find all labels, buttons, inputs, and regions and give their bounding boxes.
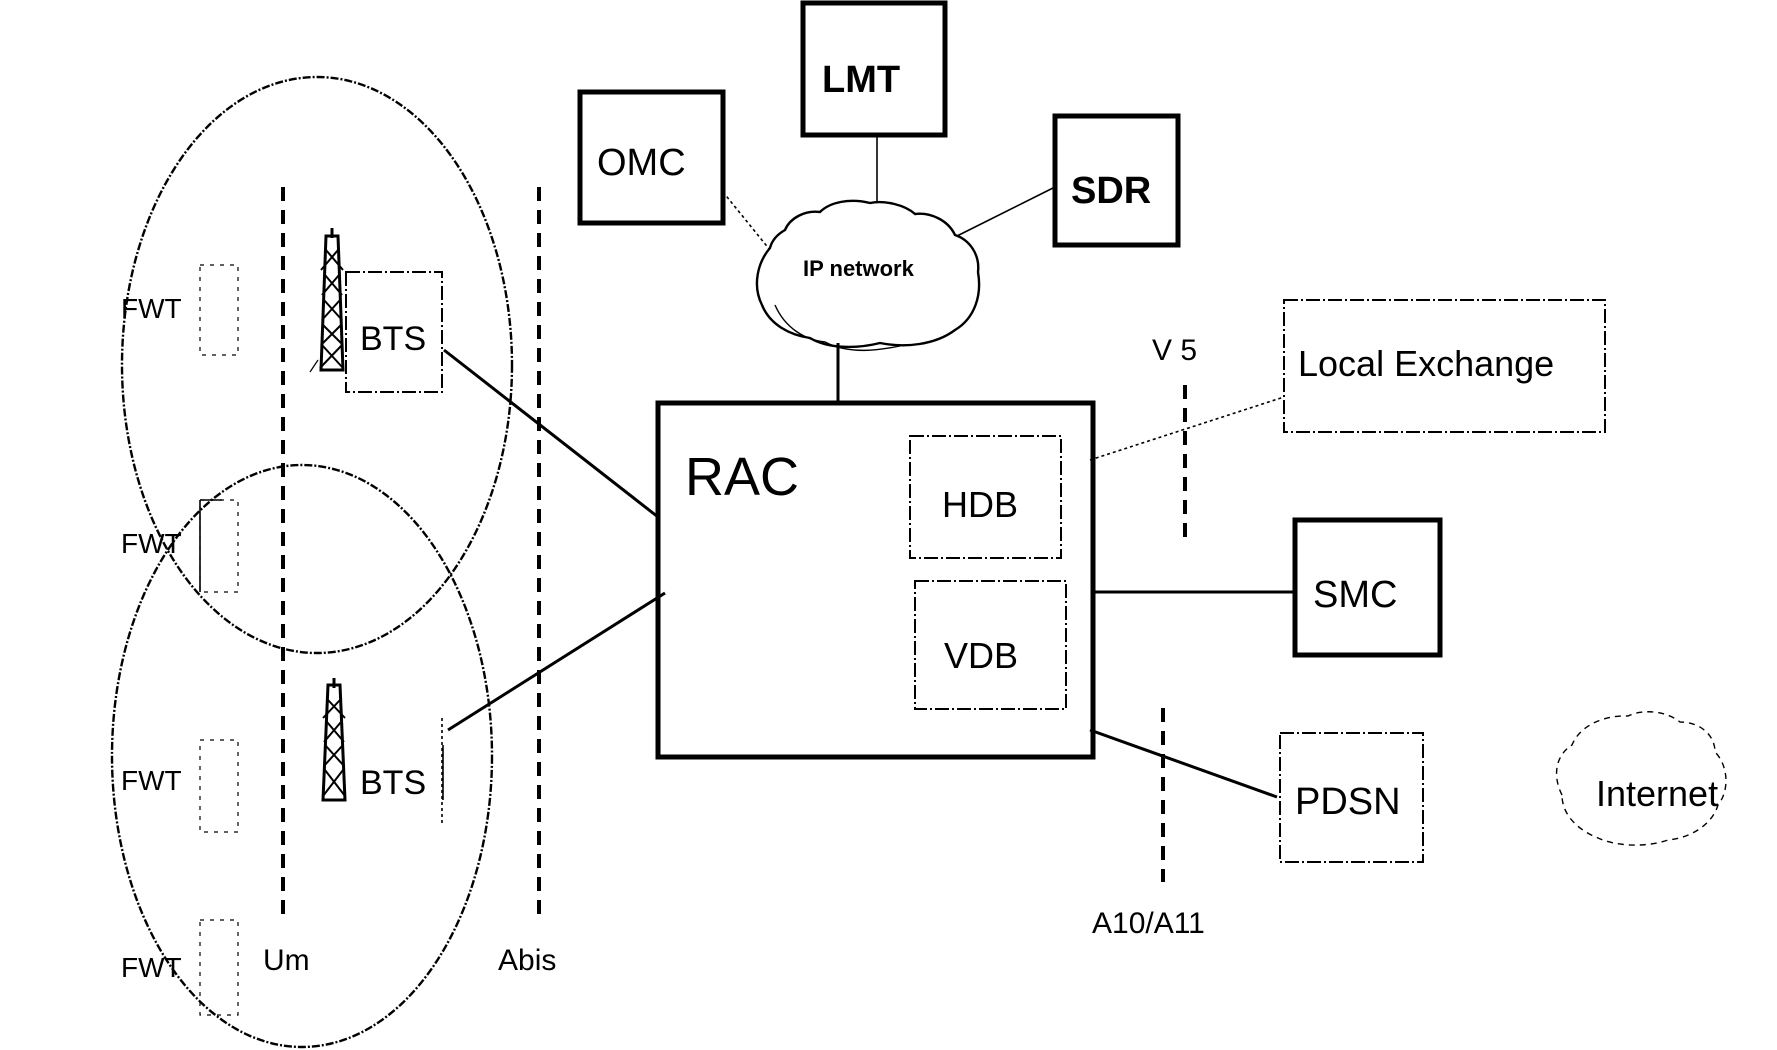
smc-label: SMC	[1313, 574, 1397, 616]
fwt-terminal-1	[199, 264, 239, 356]
fwt-label: FWT	[121, 528, 182, 559]
pdsn-label: PDSN	[1295, 781, 1401, 823]
bts-label: BTS	[360, 320, 426, 358]
internet-cloud[interactable]: Internet	[1555, 711, 1727, 846]
antenna-tower-icon	[309, 228, 345, 373]
vdb-node[interactable]: VDB	[914, 580, 1067, 710]
sdr-node[interactable]: SDR	[1052, 113, 1181, 248]
fwt-terminal-3	[199, 739, 239, 833]
fwt-terminal-2	[199, 499, 239, 593]
ip-network-cloud[interactable]: IP network	[755, 199, 981, 352]
phone-icon	[199, 264, 239, 356]
rac-pdsn-link	[1089, 728, 1278, 799]
bts-label: BTS	[360, 764, 426, 802]
lmt-label: LMT	[822, 59, 900, 101]
fwt-label: FWT	[121, 293, 182, 324]
omc-label: OMC	[597, 142, 686, 184]
local-exchange-label: Local Exchange	[1298, 343, 1554, 384]
smc-node[interactable]: SMC	[1292, 517, 1443, 658]
bts-upper[interactable]: BTS	[309, 228, 443, 393]
v5-label: V 5	[1152, 334, 1197, 367]
sdr-ip-link	[954, 186, 1056, 238]
omc-ip-link	[722, 191, 771, 251]
hdb-label: HDB	[942, 484, 1018, 525]
network-architecture-diagram: FWT FWT FWT FWT BTS BTS Um Abis V 5 A10/…	[110, 0, 1727, 1049]
fwt-label: FWT	[121, 952, 182, 983]
abis-link-upper	[443, 348, 659, 519]
sdr-label: SDR	[1071, 170, 1151, 212]
fwt-label: FWT	[121, 765, 182, 796]
ip-network-label: IP network	[803, 256, 915, 281]
internet-label: Internet	[1596, 773, 1718, 814]
antenna-tower-icon	[321, 678, 347, 802]
phone-icon	[199, 499, 239, 593]
bts-lower[interactable]: BTS	[321, 678, 444, 825]
fwt-terminal-4	[199, 919, 239, 1016]
phone-icon	[199, 739, 239, 833]
omc-node[interactable]: OMC	[577, 89, 726, 226]
pdsn-node[interactable]: PDSN	[1279, 732, 1424, 863]
vdb-label: VDB	[944, 635, 1018, 676]
a10-a11-label: A10/A11	[1092, 907, 1205, 940]
lmt-node[interactable]: LMT	[800, 0, 948, 138]
rac-local-exchange-link	[1089, 396, 1285, 461]
rac-label: RAC	[685, 447, 799, 507]
upper-cell-coverage	[120, 75, 514, 655]
local-exchange-node[interactable]: Local Exchange	[1283, 299, 1606, 433]
hdb-node[interactable]: HDB	[909, 435, 1062, 559]
abis-label: Abis	[498, 944, 556, 977]
phone-icon	[199, 919, 239, 1016]
um-label: Um	[263, 944, 310, 977]
